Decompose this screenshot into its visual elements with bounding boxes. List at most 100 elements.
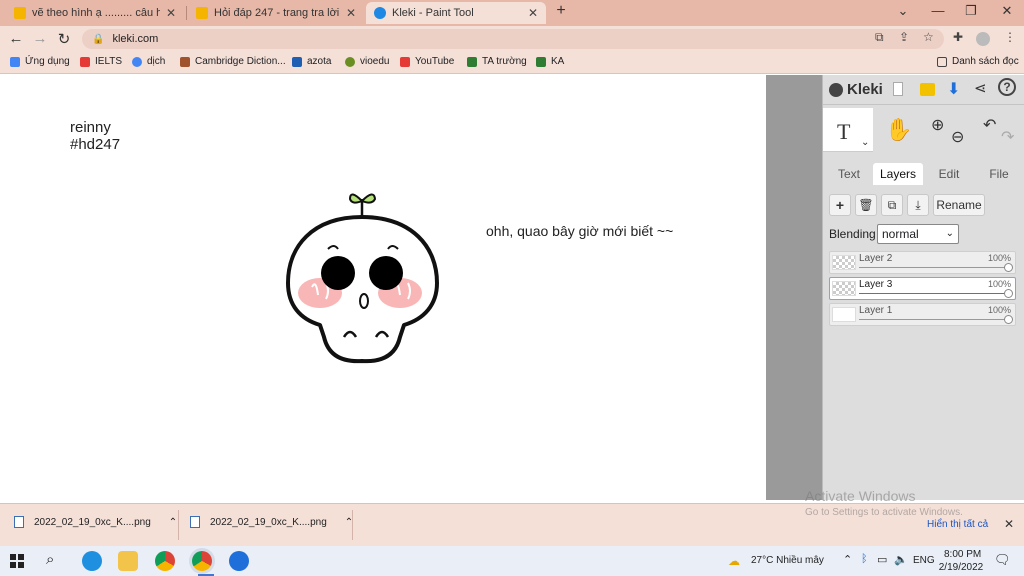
tab-text[interactable]: Text: [827, 163, 871, 185]
notifications-icon[interactable]: 🗨: [994, 552, 1011, 568]
bookmark-dich[interactable]: dịch: [132, 56, 165, 67]
layer-row[interactable]: Layer 1 100%: [829, 303, 1016, 326]
reload-icon[interactable]: ↻: [55, 30, 73, 48]
opacity-slider-track[interactable]: [859, 319, 1009, 320]
opacity-slider-handle[interactable]: [1004, 263, 1013, 272]
language-indicator[interactable]: ENG: [913, 555, 935, 566]
menu-icon[interactable]: ⋮: [1004, 30, 1016, 44]
rename-layer-button[interactable]: Rename: [933, 194, 985, 216]
opacity-slider-track[interactable]: [859, 293, 1009, 294]
tab-2-active[interactable]: Kleki - Paint Tool ✕: [366, 2, 546, 24]
download-icon[interactable]: ⬇: [947, 79, 960, 99]
blending-label: Blending: [829, 227, 876, 241]
tool-dropdown-icon[interactable]: ⌄: [861, 137, 869, 148]
close-tab-icon[interactable]: ✕: [346, 6, 356, 20]
layer-row-active[interactable]: Layer 3 100%: [829, 277, 1016, 300]
tab-title: vẽ theo hình ạ ......... câu hỏi 3858: [32, 7, 160, 19]
restore-icon[interactable]: ❐: [961, 3, 981, 19]
delete-layer-icon[interactable]: 🗑: [855, 194, 877, 216]
chevron-up-icon[interactable]: ⌃: [169, 517, 177, 528]
file-explorer-icon[interactable]: [118, 551, 138, 571]
bookmark-ta-truong[interactable]: TA trường: [467, 56, 527, 67]
weather-icon[interactable]: ☁: [728, 554, 740, 568]
chrome-icon[interactable]: [155, 551, 175, 571]
opacity-slider-track[interactable]: [859, 267, 1009, 268]
bookmark-ka[interactable]: KA: [536, 56, 564, 67]
close-downloads-icon[interactable]: ✕: [1004, 517, 1014, 531]
hand-tool-icon[interactable]: ✋: [885, 117, 912, 143]
tab-1[interactable]: Hỏi đáp 247 - trang tra lời ✕: [188, 2, 364, 24]
extensions-icon[interactable]: ✚: [953, 30, 963, 44]
bookmark-ielts[interactable]: IELTS: [80, 56, 122, 67]
close-tab-icon[interactable]: ✕: [166, 6, 176, 20]
network-icon[interactable]: ▭: [877, 553, 887, 566]
close-tab-icon[interactable]: ✕: [528, 6, 538, 20]
vioedu-icon: [345, 56, 355, 67]
file-icon: [190, 516, 200, 528]
address-bar[interactable]: 🔒 kleki.com: [82, 29, 944, 49]
edge-icon[interactable]: [82, 551, 102, 571]
zalo-icon[interactable]: [229, 551, 249, 571]
opacity-slider-handle[interactable]: [1004, 315, 1013, 324]
opacity-slider-handle[interactable]: [1004, 289, 1013, 298]
volume-icon[interactable]: 🔈: [894, 553, 908, 566]
open-folder-icon[interactable]: [920, 83, 935, 96]
share-icon[interactable]: ⇪: [899, 30, 909, 44]
duplicate-layer-icon[interactable]: ⧉: [881, 194, 903, 216]
bookmark-apps[interactable]: Ứng dụng: [10, 56, 70, 67]
bookmark-label: azota: [307, 56, 332, 67]
redo-icon[interactable]: ↷: [1001, 127, 1014, 147]
tab-search-icon[interactable]: ⌄: [893, 3, 913, 19]
back-icon[interactable]: ←: [7, 30, 25, 47]
undo-icon[interactable]: ↶: [983, 115, 996, 135]
cambridge-icon: [180, 56, 190, 67]
weather-text[interactable]: 27°C Nhiều mây: [751, 555, 824, 566]
download-item[interactable]: 2022_02_19_0xc_K....png ⌃: [190, 516, 353, 528]
chrome-active-icon[interactable]: [192, 551, 212, 571]
bookmark-youtube[interactable]: YouTube: [400, 56, 454, 67]
bookmark-vioedu[interactable]: vioedu: [345, 56, 389, 67]
forward-icon[interactable]: →: [31, 30, 49, 47]
bookmark-cambridge[interactable]: Cambridge Diction...: [180, 56, 286, 67]
kleki-logo-icon: [829, 82, 843, 97]
download-item[interactable]: 2022_02_19_0xc_K....png ⌃: [14, 516, 177, 528]
blending-select[interactable]: normal ⌄: [877, 224, 959, 244]
show-all-downloads-link[interactable]: Hiển thị tất cả: [927, 519, 988, 530]
kleki-logo[interactable]: Kleki: [829, 81, 883, 98]
reading-list[interactable]: Danh sách đọc: [937, 56, 1019, 67]
tab-file[interactable]: File: [977, 163, 1021, 185]
zoom-in-icon[interactable]: ⊕: [931, 115, 944, 135]
help-icon[interactable]: ?: [998, 78, 1016, 96]
download-filename: 2022_02_19_0xc_K....png: [210, 516, 327, 528]
bluetooth-icon[interactable]: ᛒ: [861, 553, 868, 565]
blending-value: normal: [882, 227, 919, 241]
tab-0[interactable]: vẽ theo hình ạ ......... câu hỏi 3858 ✕: [6, 2, 184, 24]
clock-date[interactable]: 2/19/2022: [938, 562, 984, 573]
window-close-icon[interactable]: ✕: [997, 3, 1017, 19]
new-image-icon[interactable]: [893, 82, 903, 96]
text-tool-icon[interactable]: T: [837, 119, 850, 145]
bookmark-label: TA trường: [482, 56, 527, 67]
layer-row[interactable]: Layer 2 100%: [829, 251, 1016, 274]
tab-layers[interactable]: Layers: [873, 163, 923, 185]
bookmark-azota[interactable]: azota: [292, 56, 331, 67]
star-icon[interactable]: ☆: [923, 30, 934, 44]
add-layer-button[interactable]: +: [829, 194, 851, 216]
windows-start-icon[interactable]: [10, 554, 24, 568]
drawing-canvas[interactable]: reinny #hd247 ohh, quao bây giờ mới biết…: [0, 75, 766, 500]
skull-sprout-drawing: [286, 193, 439, 364]
chevron-up-icon[interactable]: ⌃: [843, 553, 852, 566]
bookmark-label: IELTS: [95, 56, 123, 67]
new-tab-button[interactable]: +: [551, 2, 571, 20]
minimize-icon[interactable]: —: [928, 3, 948, 18]
clock-time[interactable]: 8:00 PM: [944, 549, 981, 560]
share-icon[interactable]: ⋖: [974, 79, 987, 97]
tab-edit[interactable]: Edit: [927, 163, 971, 185]
translate-icon[interactable]: ⧉: [875, 30, 884, 45]
layer-opacity: 100%: [987, 305, 1011, 315]
tab-favicon-icon: [374, 7, 386, 19]
merge-down-icon[interactable]: ⤓: [907, 194, 929, 216]
zoom-out-icon[interactable]: ⊖: [951, 127, 964, 147]
search-icon[interactable]: ⌕: [46, 551, 54, 568]
profile-avatar[interactable]: [976, 32, 990, 46]
